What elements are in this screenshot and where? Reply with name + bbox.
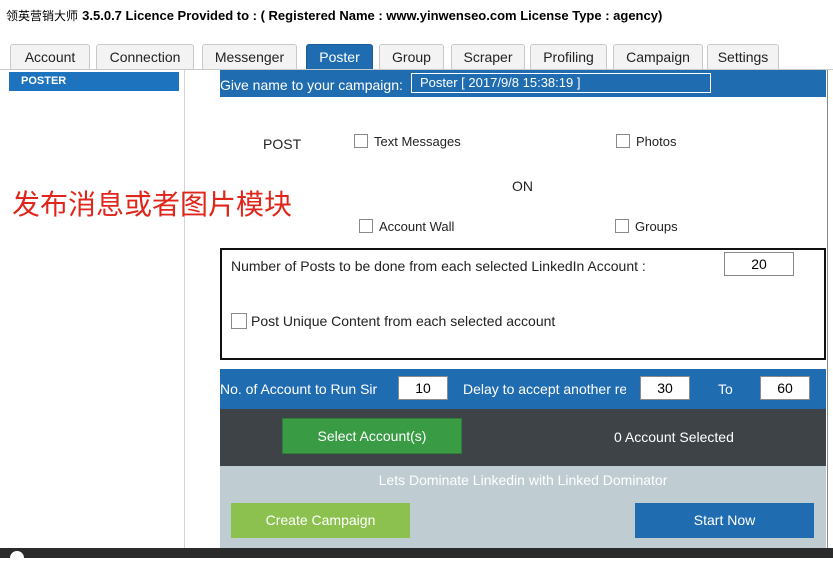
account-wall-checkbox[interactable]: [359, 219, 373, 233]
unique-content-label: Post Unique Content from each selected a…: [251, 313, 556, 329]
text-messages-checkbox[interactable]: [354, 134, 368, 148]
bottom-bar: [0, 548, 833, 558]
select-accounts-button[interactable]: Select Account(s): [282, 418, 462, 454]
posts-count-label: Number of Posts to be done from each sel…: [231, 258, 646, 274]
tab-bar: Account Connection Messenger Poster Grou…: [0, 44, 833, 70]
accounts-to-run-input[interactable]: 10: [398, 376, 448, 400]
selected-count-text: 0 Account Selected: [614, 429, 734, 445]
tab-scraper[interactable]: Scraper: [451, 44, 525, 69]
tab-settings[interactable]: Settings: [707, 44, 779, 69]
to-label: To: [718, 381, 733, 397]
groups-checkbox[interactable]: [615, 219, 629, 233]
status-dot-icon: [10, 551, 24, 565]
campaign-name-input[interactable]: Poster [ 2017/9/8 15:38:19 ]: [411, 73, 711, 93]
delay-from-input[interactable]: 30: [640, 376, 690, 400]
right-panel: [827, 70, 833, 548]
post-label: POST: [263, 136, 302, 152]
tab-profiling[interactable]: Profiling: [530, 44, 607, 69]
title-bar: 领英营销大师 3.5.0.7 Licence Provided to : ( R…: [6, 7, 662, 24]
app-name: 领英营销大师: [6, 9, 79, 23]
tab-account[interactable]: Account: [10, 44, 90, 69]
text-messages-label: Text Messages: [374, 134, 461, 149]
campaign-name-label: Give name to your campaign:: [220, 77, 403, 93]
create-campaign-button[interactable]: Create Campaign: [231, 503, 410, 538]
delay-label: Delay to accept another re: [463, 381, 626, 397]
tab-connection[interactable]: Connection: [96, 44, 194, 69]
photos-label: Photos: [636, 134, 677, 149]
start-now-button[interactable]: Start Now: [635, 503, 814, 538]
delay-to-input[interactable]: 60: [760, 376, 810, 400]
sidebar-item-poster[interactable]: POSTER: [9, 72, 179, 91]
posts-count-input[interactable]: 20: [724, 252, 794, 276]
tab-campaign[interactable]: Campaign: [613, 44, 703, 69]
tab-messenger[interactable]: Messenger: [202, 44, 297, 69]
licence-text: 3.5.0.7 Licence Provided to : ( Register…: [82, 8, 663, 23]
annotation-text: 发布消息或者图片模块: [12, 188, 293, 221]
on-label: ON: [512, 178, 533, 194]
slogan-text: Lets Dominate Linkedin with Linked Domin…: [378, 472, 668, 488]
tab-group[interactable]: Group: [379, 44, 444, 69]
unique-content-checkbox[interactable]: [231, 313, 247, 329]
sidebar: POSTER: [7, 70, 185, 548]
accounts-to-run-label: No. of Account to Run Sir: [220, 381, 378, 397]
photos-checkbox[interactable]: [616, 134, 630, 148]
groups-label: Groups: [635, 219, 678, 234]
tab-poster[interactable]: Poster: [306, 44, 373, 69]
account-wall-label: Account Wall: [379, 219, 455, 234]
